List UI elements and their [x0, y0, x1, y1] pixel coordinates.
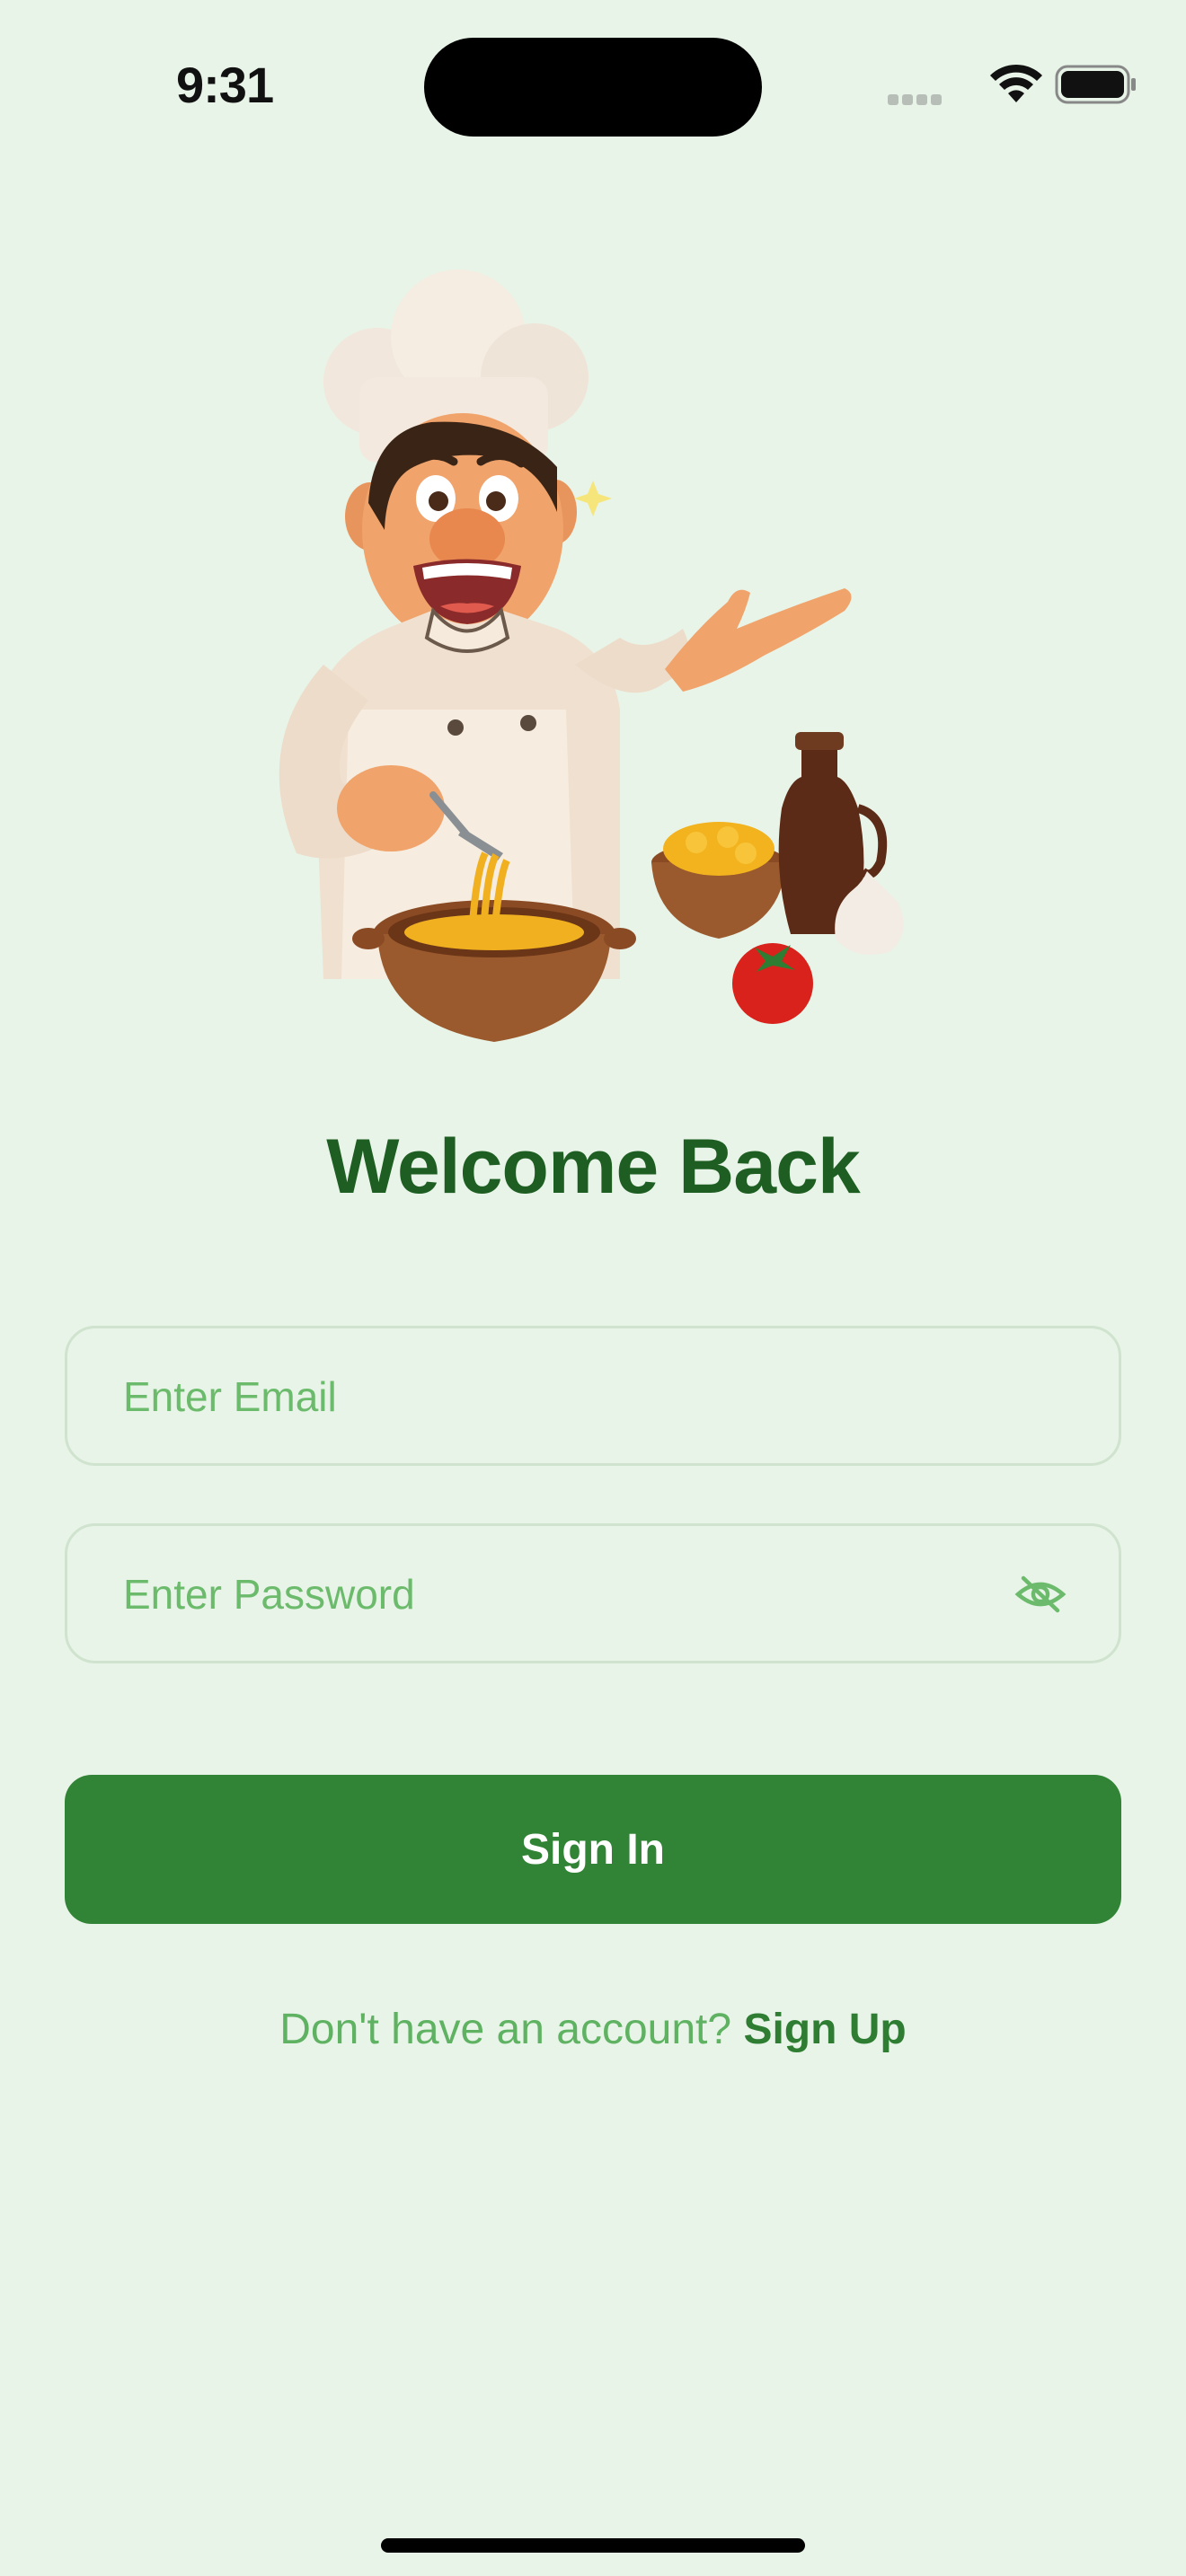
eye-slash-icon[interactable] — [1014, 1573, 1067, 1616]
password-input[interactable] — [121, 1526, 987, 1663]
wifi-icon — [990, 64, 1042, 102]
sign-in-button[interactable]: Sign In — [65, 1775, 1121, 1924]
sign-up-link[interactable]: Sign Up — [743, 2006, 906, 2053]
password-field[interactable] — [65, 1523, 1121, 1663]
cellular-signal-icon — [888, 93, 945, 110]
email-input[interactable] — [121, 1328, 987, 1465]
signup-line: Don't have an account? Sign Up — [0, 2005, 1186, 2054]
email-field[interactable] — [65, 1326, 1121, 1466]
dynamic-island — [424, 38, 762, 137]
chef-illustration — [198, 243, 988, 1069]
signup-prompt: Don't have an account? — [279, 2006, 732, 2053]
home-indicator — [381, 2538, 805, 2553]
welcome-title: Welcome Back — [326, 1124, 861, 1210]
status-time: 9:31 — [176, 57, 274, 113]
status-icons — [809, 54, 1186, 108]
battery-icon — [1055, 65, 1136, 104]
